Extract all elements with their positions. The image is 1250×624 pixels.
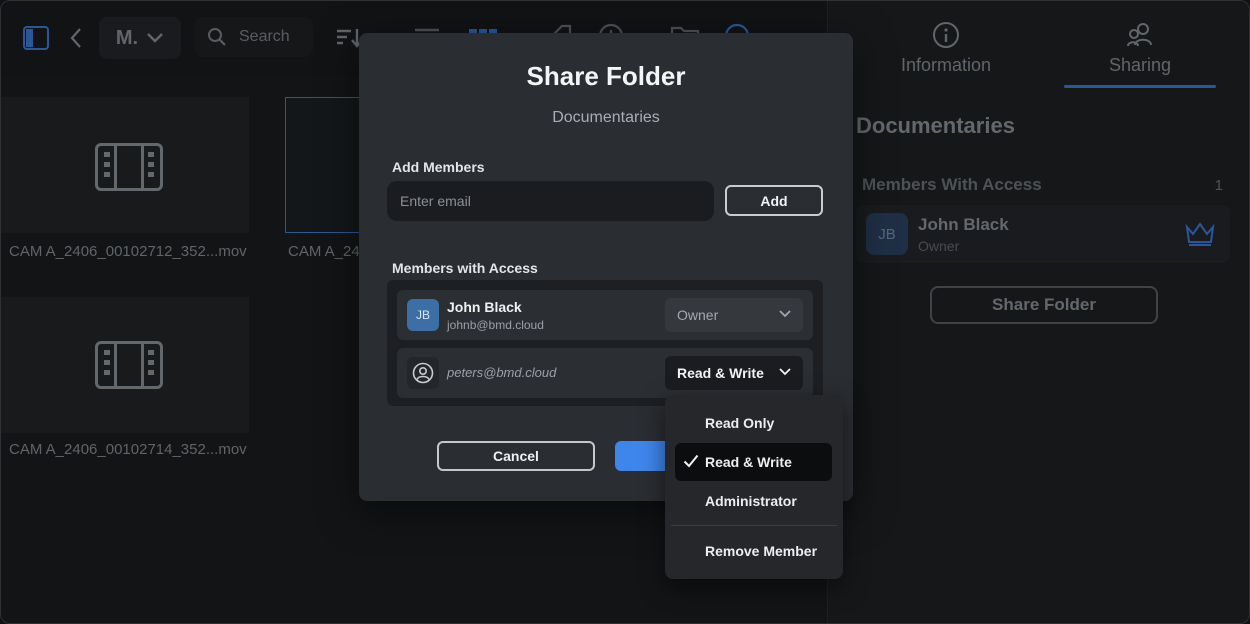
members-list: JB John Black johnb@bmd.cloud Owner pete…: [387, 280, 823, 406]
members-with-access-label: Members with Access: [392, 260, 538, 276]
chevron-down-icon: [779, 310, 791, 318]
dialog-title: Share Folder: [526, 61, 686, 91]
role-select-value: Read & Write: [677, 365, 764, 381]
cancel-button[interactable]: Cancel: [437, 441, 595, 471]
menu-item-label: Remove Member: [705, 543, 818, 559]
role-select-read-write[interactable]: Read & Write: [665, 356, 803, 390]
member-name: John Black: [447, 299, 522, 315]
add-button[interactable]: Add: [725, 185, 823, 216]
menu-item-administrator[interactable]: Administrator: [675, 482, 832, 520]
menu-item-read-only[interactable]: Read Only: [675, 404, 832, 442]
email-input[interactable]: [387, 181, 714, 221]
avatar: [407, 357, 439, 389]
menu-item-remove-member[interactable]: Remove Member: [675, 532, 832, 570]
menu-item-label: Read Only: [705, 415, 775, 431]
role-select-value: Owner: [677, 307, 719, 323]
menu-item-label: Administrator: [705, 493, 797, 509]
member-row: JB John Black johnb@bmd.cloud Owner: [397, 290, 813, 340]
menu-separator: [671, 525, 837, 526]
add-members-label: Add Members: [392, 159, 485, 175]
menu-item-label: Read & Write: [705, 454, 792, 470]
role-dropdown-menu: Read Only Read & Write Administrator Rem…: [665, 395, 843, 579]
member-email: johnb@bmd.cloud: [447, 318, 544, 332]
user-circle-icon: [412, 362, 434, 384]
member-row: peters@bmd.cloud Read & Write: [397, 348, 813, 398]
app-window: M. Search CAM A_2406_00102712_352...mov …: [0, 0, 1250, 624]
checkmark-icon: [683, 454, 699, 468]
dialog-subtitle: Documentaries: [552, 109, 660, 126]
chevron-down-icon: [779, 368, 791, 376]
avatar: JB: [407, 299, 439, 331]
menu-item-read-write[interactable]: Read & Write: [675, 443, 832, 481]
member-email: peters@bmd.cloud: [447, 365, 557, 380]
role-select-owner[interactable]: Owner: [665, 298, 803, 332]
